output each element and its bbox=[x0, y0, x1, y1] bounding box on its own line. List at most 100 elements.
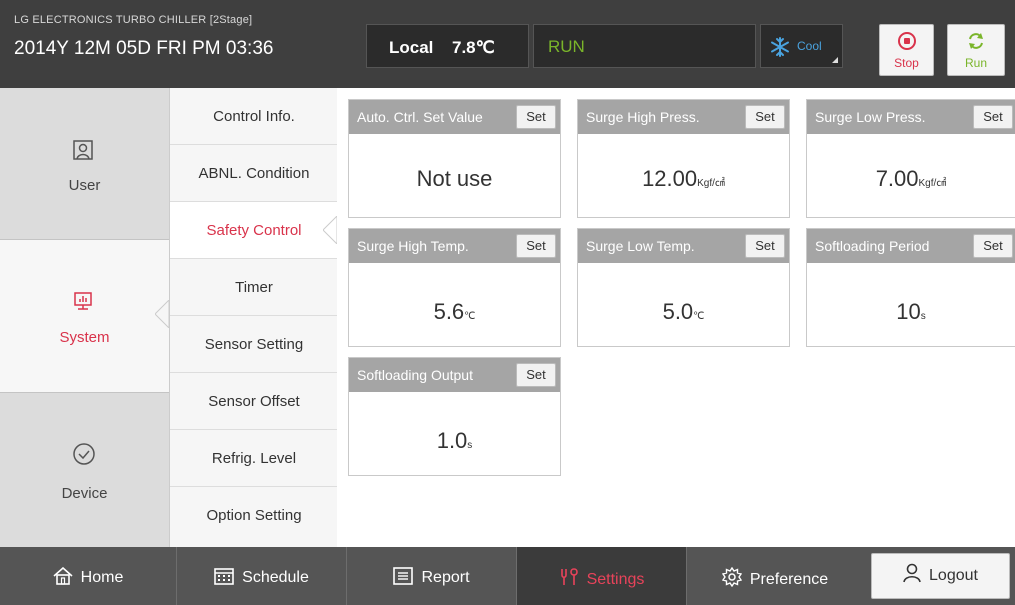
nav-label-user: User bbox=[68, 177, 101, 194]
setting-card: Softloading Period Set 10s bbox=[806, 228, 1015, 347]
set-button[interactable]: Set bbox=[516, 105, 556, 129]
value-text: Not use bbox=[416, 166, 493, 191]
card-title: Surge Low Temp. bbox=[586, 238, 695, 254]
card-value: 1.0s bbox=[349, 428, 560, 454]
card-value: 10s bbox=[807, 299, 1015, 325]
card-title: Surge High Temp. bbox=[357, 238, 469, 254]
set-button[interactable]: Set bbox=[745, 105, 785, 129]
submenu-abnl-condition[interactable]: ABNL. Condition bbox=[170, 145, 338, 202]
setting-card: Softloading Output Set 1.0s bbox=[348, 357, 561, 476]
sub-menu: Control Info. ABNL. Condition Safety Con… bbox=[169, 88, 338, 547]
nav-label-device: Device bbox=[61, 485, 108, 502]
set-button[interactable]: Set bbox=[516, 363, 556, 387]
stop-label: Stop bbox=[894, 56, 919, 70]
setting-card: Surge Low Temp. Set 5.0℃ bbox=[577, 228, 790, 347]
value-unit: Kgf/㎠ bbox=[697, 178, 725, 189]
card-value: 5.0℃ bbox=[578, 299, 789, 325]
value-unit: s bbox=[920, 311, 926, 322]
card-header: Surge High Press. Set bbox=[578, 100, 789, 134]
monitor-icon bbox=[74, 292, 92, 310]
status-panel: RUN bbox=[533, 24, 756, 68]
set-button[interactable]: Set bbox=[973, 105, 1013, 129]
card-header: Softloading Period Set bbox=[807, 229, 1015, 263]
tab-report[interactable]: Report bbox=[347, 547, 516, 605]
tab-label-report: Report bbox=[421, 569, 470, 586]
tab-settings[interactable]: Settings bbox=[517, 547, 686, 605]
value-unit: Kgf/㎠ bbox=[918, 178, 947, 189]
card-header: Surge Low Press. Set bbox=[807, 100, 1015, 134]
card-title: Auto. Ctrl. Set Value bbox=[357, 109, 483, 125]
snowflake-icon bbox=[771, 37, 789, 57]
submenu-pointer-icon bbox=[323, 216, 337, 244]
submenu-safety-control[interactable]: Safety Control bbox=[170, 202, 338, 259]
submenu-timer[interactable]: Timer bbox=[170, 259, 338, 316]
card-value: 12.00Kgf/㎠ bbox=[578, 166, 789, 192]
run-button[interactable]: Run bbox=[947, 24, 1005, 76]
card-title: Softloading Period bbox=[815, 238, 930, 254]
nav-pointer-icon bbox=[155, 300, 169, 328]
settings-icon bbox=[560, 568, 578, 585]
card-title: Softloading Output bbox=[357, 367, 473, 383]
tab-preference[interactable]: Preference bbox=[687, 547, 863, 605]
nav-item-device[interactable]: Device bbox=[0, 393, 169, 547]
setting-card: Surge High Press. Set 12.00Kgf/㎠ bbox=[577, 99, 790, 218]
value-unit: s bbox=[467, 440, 473, 451]
temperature-display: 7.8℃ bbox=[452, 38, 495, 57]
value-text: 12.00 bbox=[642, 166, 698, 191]
app-title: LG ELECTRONICS TURBO CHILLER [2Stage] bbox=[14, 14, 253, 26]
logout-label: Logout bbox=[929, 567, 978, 584]
card-header: Surge Low Temp. Set bbox=[578, 229, 789, 263]
card-value: 5.6℃ bbox=[349, 299, 560, 325]
tab-home[interactable]: Home bbox=[0, 547, 176, 605]
nav-item-system[interactable]: System bbox=[0, 240, 169, 392]
datetime-display: 2014Y 12M 05D FRI PM 03:36 bbox=[14, 38, 274, 59]
nav-label-system: System bbox=[59, 329, 110, 346]
left-nav: User System Device bbox=[0, 88, 169, 547]
home-icon bbox=[53, 567, 73, 585]
stop-icon bbox=[898, 32, 916, 50]
setting-card: Surge Low Press. Set 7.00Kgf/㎠ bbox=[806, 99, 1015, 218]
settings-content: Auto. Ctrl. Set Value Set Not use Surge … bbox=[337, 88, 1015, 547]
submenu-control-info[interactable]: Control Info. bbox=[170, 88, 338, 145]
value-text: 10 bbox=[896, 299, 921, 324]
gear-icon bbox=[721, 567, 742, 587]
value-text: 5.0 bbox=[662, 299, 694, 324]
value-text: 7.00 bbox=[875, 166, 919, 191]
setting-card: Surge High Temp. Set 5.6℃ bbox=[348, 228, 561, 347]
submenu-option-setting[interactable]: Option Setting bbox=[170, 487, 338, 544]
dropdown-corner-icon bbox=[832, 57, 838, 63]
card-title: Surge Low Press. bbox=[815, 109, 926, 125]
card-header: Auto. Ctrl. Set Value Set bbox=[349, 100, 560, 134]
operation-mode-select[interactable]: Cool bbox=[760, 24, 843, 68]
mode-temp-panel: Local 7.8℃ bbox=[366, 24, 529, 68]
logout-button[interactable]: Logout bbox=[871, 553, 1010, 599]
calendar-icon bbox=[214, 568, 234, 585]
value-text: 5.6 bbox=[433, 299, 465, 324]
set-button[interactable]: Set bbox=[745, 234, 785, 258]
setting-card: Auto. Ctrl. Set Value Set Not use bbox=[348, 99, 561, 218]
tab-label-settings: Settings bbox=[586, 571, 645, 588]
value-unit: ℃ bbox=[464, 311, 476, 322]
set-button[interactable]: Set bbox=[973, 234, 1013, 258]
check-circle-icon bbox=[73, 443, 95, 465]
card-title: Surge High Press. bbox=[586, 109, 700, 125]
tab-schedule[interactable]: Schedule bbox=[177, 547, 346, 605]
run-label: Run bbox=[964, 56, 987, 70]
card-header: Softloading Output Set bbox=[349, 358, 560, 392]
tab-label-schedule: Schedule bbox=[242, 569, 309, 586]
card-header: Surge High Temp. Set bbox=[349, 229, 560, 263]
submenu-refrig-level[interactable]: Refrig. Level bbox=[170, 430, 338, 487]
submenu-sensor-offset[interactable]: Sensor Offset bbox=[170, 373, 338, 430]
refresh-icon bbox=[969, 33, 983, 49]
tab-label-home: Home bbox=[80, 569, 124, 586]
operation-mode-label: Cool bbox=[797, 39, 822, 53]
set-button[interactable]: Set bbox=[516, 234, 556, 258]
nav-item-user[interactable]: User bbox=[0, 88, 169, 240]
submenu-sensor-setting[interactable]: Sensor Setting bbox=[170, 316, 338, 373]
tab-label-preference: Preference bbox=[749, 571, 829, 588]
header-bar: LG ELECTRONICS TURBO CHILLER [2Stage] 20… bbox=[0, 0, 1015, 88]
stop-button[interactable]: Stop bbox=[879, 24, 934, 76]
user-icon bbox=[903, 563, 921, 583]
status-text: RUN bbox=[548, 37, 585, 56]
user-icon bbox=[73, 140, 93, 160]
